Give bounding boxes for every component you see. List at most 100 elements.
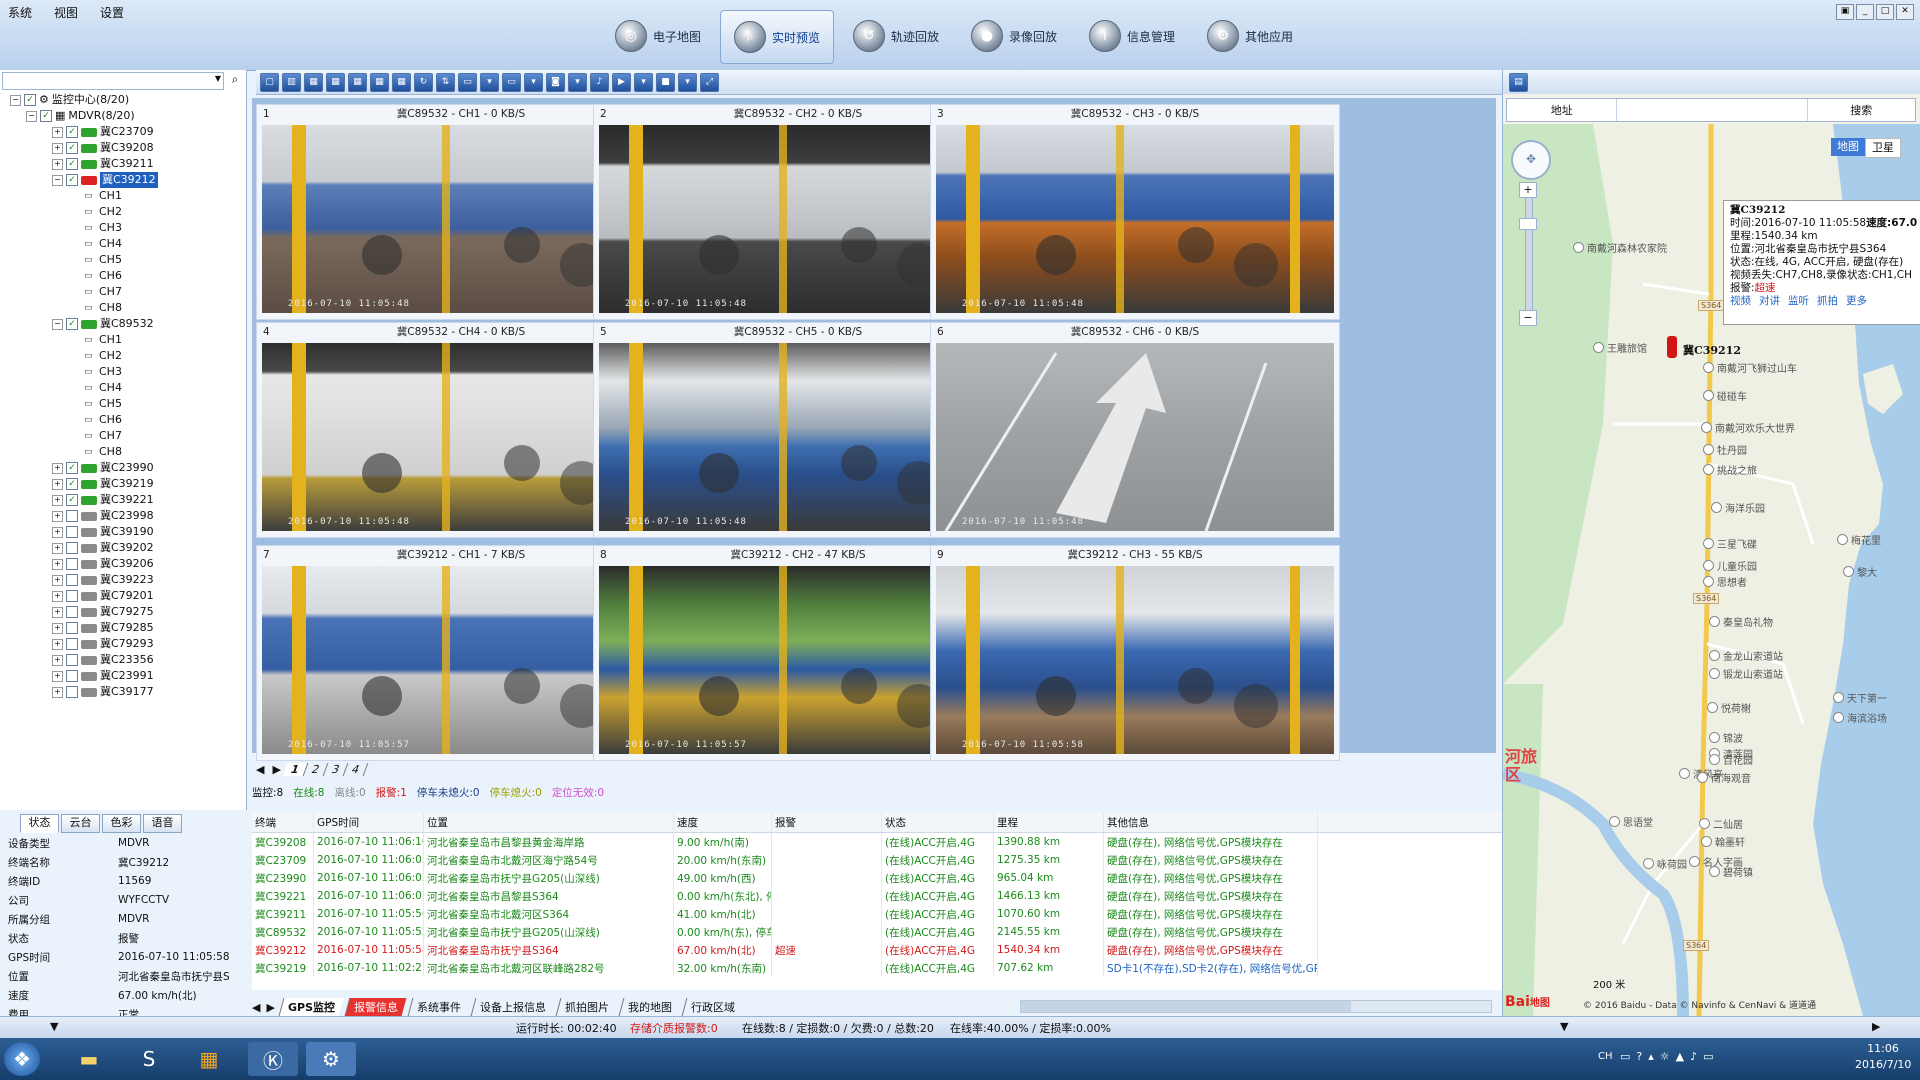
tree-channel[interactable]: ▭ CH2 xyxy=(0,348,246,364)
column-header[interactable]: 状态 xyxy=(882,812,994,832)
collapse-icon[interactable]: ▶ xyxy=(1872,1020,1880,1033)
tree-vehicle[interactable]: + 冀C79275 xyxy=(0,604,246,620)
checkbox[interactable] xyxy=(66,590,78,602)
checkbox[interactable]: ✓ xyxy=(66,126,78,138)
vehicle-marker[interactable] xyxy=(1667,336,1677,358)
expand-icon[interactable]: + xyxy=(52,142,63,154)
map-poi[interactable]: 牡丹园 xyxy=(1703,442,1747,457)
tree-channel[interactable]: ▭ CH1 xyxy=(0,332,246,348)
tree-channel[interactable]: ▭ CH6 xyxy=(0,412,246,428)
info-link-more[interactable]: 更多 xyxy=(1846,295,1867,308)
map-zoom-slider[interactable] xyxy=(1525,182,1533,324)
expand-icon[interactable]: + xyxy=(52,638,63,650)
tree-root[interactable]: − ✓ ⚙ 监控中心(8/20) xyxy=(0,92,246,108)
tree-channel[interactable]: ▭ CH6 xyxy=(0,268,246,284)
layout-6-icon[interactable]: ▦ xyxy=(326,72,345,92)
video-window[interactable]: 9 冀C39212 - CH3 - 55 KB/S 2016-07-10 11:05… xyxy=(930,545,1340,761)
expand-icon[interactable]: + xyxy=(52,158,63,170)
tab-status[interactable]: 状态 xyxy=(20,814,59,833)
checkbox[interactable]: ✓ xyxy=(24,94,36,106)
checkbox[interactable] xyxy=(66,510,78,522)
expand-icon[interactable]: + xyxy=(52,494,63,506)
expand-icon[interactable]: + xyxy=(52,606,63,618)
video-feed[interactable]: 2016-07-10 11:05:48 xyxy=(936,125,1334,313)
map-poi[interactable]: 海滨浴场 xyxy=(1833,710,1887,725)
tab-admin-region[interactable]: 行政区域 xyxy=(681,998,744,1016)
module-record-playback[interactable]: ● 录像回放 xyxy=(958,10,1070,62)
tree-channel[interactable]: ▭ CH8 xyxy=(0,300,246,316)
table-row[interactable]: 冀C39212 2016-07-10 11:05:58 河北省秦皇岛市抚宁县S364… xyxy=(252,941,1502,959)
start-button-icon[interactable]: ❖ xyxy=(4,1042,40,1076)
tab-color[interactable]: 色彩 xyxy=(102,814,141,833)
dropdown-icon[interactable]: ▾ xyxy=(568,72,587,92)
collapse-icon[interactable]: − xyxy=(10,94,21,106)
info-link-video[interactable]: 视频 xyxy=(1730,295,1751,308)
save-icon[interactable]: ▤ xyxy=(1509,73,1528,92)
checkbox[interactable] xyxy=(66,558,78,570)
map-poi[interactable]: 海洋乐园 xyxy=(1711,500,1765,515)
table-row[interactable]: 冀C39219 2016-07-10 11:02:21 河北省秦皇岛市北戴河区联峰路… xyxy=(252,959,1502,977)
tree-vehicle[interactable]: − ✓ 冀C39212 xyxy=(0,172,246,188)
window-icon[interactable]: ▭ xyxy=(458,72,477,92)
checkbox[interactable] xyxy=(66,670,78,682)
checkbox[interactable] xyxy=(66,622,78,634)
horizontal-scrollbar[interactable] xyxy=(1020,1000,1492,1013)
column-header[interactable]: 速度 xyxy=(674,812,772,832)
table-row[interactable]: 冀C89532 2016-07-10 11:05:52 河北省秦皇岛市抚宁县G205… xyxy=(252,923,1502,941)
table-row[interactable]: 冀C23709 2016-07-10 11:06:03 河北省秦皇岛市北戴河区海宁路… xyxy=(252,851,1502,869)
clock-date[interactable]: 2016/7/10 xyxy=(1855,1058,1911,1071)
expand-icon[interactable]: + xyxy=(52,542,63,554)
module-electronic-map[interactable]: ◎ 电子地图 xyxy=(602,10,714,62)
split-icon[interactable]: ▭ xyxy=(502,72,521,92)
map-poi[interactable]: 思语堂 xyxy=(1609,814,1653,829)
snapshot-icon[interactable]: ◙ xyxy=(546,72,565,92)
clock-time[interactable]: 11:06 xyxy=(1855,1042,1911,1055)
tree-group[interactable]: − ✓ ▦ MDVR(8/20) xyxy=(0,108,246,124)
tray-icons[interactable]: ▭?▴☼▲♪▭ xyxy=(1620,1050,1720,1063)
menu-settings[interactable]: 设置 xyxy=(100,4,124,21)
map-poi[interactable]: 挑战之旅 xyxy=(1703,462,1757,477)
language-indicator[interactable]: CH xyxy=(1598,1051,1613,1062)
module-live-preview[interactable]: ⌕ 实时预览 xyxy=(720,10,834,64)
tab-alarm-info[interactable]: 报警信息 xyxy=(344,998,407,1016)
layout-2-icon[interactable]: ▥ xyxy=(282,72,301,92)
map-poi[interactable]: 南戴河森林农家院 xyxy=(1573,240,1667,255)
tree-channel[interactable]: ▭ CH4 xyxy=(0,236,246,252)
checkbox[interactable] xyxy=(66,638,78,650)
next-tab-icon[interactable]: ▶ xyxy=(266,1001,274,1014)
map-search-type[interactable]: 地址 xyxy=(1507,99,1618,121)
tree-vehicle[interactable]: + 冀C79201 xyxy=(0,588,246,604)
tree-vehicle[interactable]: + 冀C39202 xyxy=(0,540,246,556)
checkbox[interactable]: ✓ xyxy=(66,462,78,474)
map-pan-control[interactable]: ✥ xyxy=(1511,140,1551,180)
tree-vehicle[interactable]: + 冀C79285 xyxy=(0,620,246,636)
tree-search-input[interactable]: ▼ xyxy=(2,72,224,90)
video-window[interactable]: 3 冀C89532 - CH3 - 0 KB/S 2016-07-10 11:05:… xyxy=(930,104,1340,320)
collapse-icon[interactable]: ▼ xyxy=(1560,1020,1568,1033)
map-poi[interactable]: 儿童乐园 xyxy=(1703,558,1757,573)
minimize-icon[interactable]: _ xyxy=(1856,4,1874,20)
map-poi[interactable]: 锦波 xyxy=(1709,730,1743,745)
expand-icon[interactable]: + xyxy=(52,126,63,138)
expand-icon[interactable]: + xyxy=(52,574,63,586)
map-type-satellite[interactable]: 卫星 xyxy=(1865,138,1901,158)
scrollbar-thumb[interactable] xyxy=(1021,1001,1351,1012)
prev-page-icon[interactable]: ◀ xyxy=(252,763,268,776)
checkbox[interactable] xyxy=(66,606,78,618)
column-header[interactable]: 报警 xyxy=(772,812,882,832)
menu-view[interactable]: 视图 xyxy=(54,4,78,21)
page-tab-4[interactable]: 4 xyxy=(343,762,368,776)
map-poi[interactable]: 翰墨轩 xyxy=(1701,834,1745,849)
expand-icon[interactable]: + xyxy=(52,670,63,682)
expand-icon[interactable]: + xyxy=(52,558,63,570)
info-link-listen[interactable]: 监听 xyxy=(1788,295,1809,308)
tree-vehicle[interactable]: − ✓ 冀C89532 xyxy=(0,316,246,332)
checkbox[interactable]: ✓ xyxy=(66,318,78,330)
checkbox[interactable] xyxy=(66,542,78,554)
map-poi[interactable]: 南海观音 xyxy=(1697,770,1751,785)
tree-vehicle[interactable]: + 冀C23356 xyxy=(0,652,246,668)
map-poi[interactable]: 二仙居 xyxy=(1699,816,1743,831)
map-poi[interactable]: 黎大 xyxy=(1843,564,1877,579)
module-track-playback[interactable]: ↺ 轨迹回放 xyxy=(840,10,952,62)
map-poi[interactable]: 碰碰车 xyxy=(1703,388,1747,403)
